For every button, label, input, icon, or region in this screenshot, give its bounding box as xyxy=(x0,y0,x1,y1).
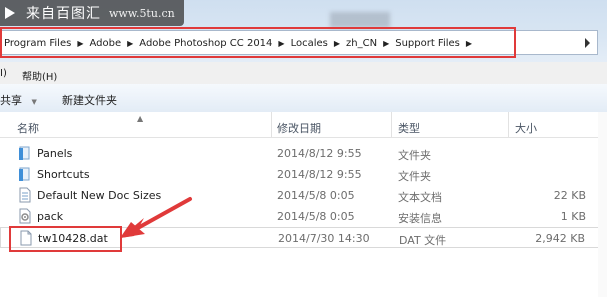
column-header-date[interactable]: 修改日期 xyxy=(277,120,321,136)
menu-item-partial[interactable]: I) xyxy=(0,68,7,79)
chevron-right-icon[interactable]: ▶ xyxy=(334,39,340,48)
breadcrumb-item-adobe[interactable]: Adobe xyxy=(89,38,121,49)
menu-item-help[interactable]: 帮助(H) xyxy=(22,68,57,83)
file-date: 2014/5/8 0:05 xyxy=(277,189,355,202)
file-date: 2014/5/8 0:05 xyxy=(277,210,355,223)
toolbar: 共享 ▼ 新建文件夹 xyxy=(0,84,607,113)
setup-info-icon xyxy=(17,208,33,224)
watermark-text: 来自百图汇 xyxy=(26,6,101,22)
watermark-url: www.5tu.cn xyxy=(109,6,175,20)
chevron-right-icon[interactable]: ▶ xyxy=(77,39,83,48)
file-date: 2014/8/12 9:55 xyxy=(277,168,362,181)
column-header-size[interactable]: 大小 xyxy=(515,120,537,136)
chevron-right-icon[interactable]: ▶ xyxy=(127,39,133,48)
column-divider[interactable] xyxy=(391,112,392,137)
file-date: 2014/8/12 9:55 xyxy=(277,147,362,160)
share-label: 共享 xyxy=(0,94,22,107)
list-item[interactable]: Panels 2014/8/12 9:55 文件夹 xyxy=(0,143,600,164)
list-item[interactable]: Shortcuts 2014/8/12 9:55 文件夹 xyxy=(0,164,600,185)
file-name: pack xyxy=(37,210,64,223)
chevron-right-icon[interactable]: ▶ xyxy=(466,39,472,48)
folder-icon xyxy=(17,166,33,182)
sort-ascending-icon: ▲ xyxy=(137,114,144,123)
breadcrumb: Program Files ▶ Adobe ▶ Adobe Photoshop … xyxy=(4,36,478,50)
new-folder-button[interactable]: 新建文件夹 xyxy=(62,92,117,108)
file-name: Panels xyxy=(37,147,73,160)
file-type: 文件夹 xyxy=(398,149,431,162)
file-type: 文本文档 xyxy=(398,191,442,204)
breadcrumb-item-program-files[interactable]: Program Files xyxy=(4,38,71,49)
file-type: 文件夹 xyxy=(398,170,431,183)
menu-bar: I) 帮助(H) xyxy=(0,62,607,84)
play-arrow-icon xyxy=(4,5,18,21)
breadcrumb-item-locales[interactable]: Locales xyxy=(291,38,328,49)
folder-icon xyxy=(17,145,33,161)
watermark: 来自百图汇 www.5tu.cn xyxy=(0,0,184,26)
breadcrumb-item-support-files[interactable]: Support Files xyxy=(395,38,460,49)
blurred-title xyxy=(330,12,390,28)
text-document-icon xyxy=(17,187,33,203)
column-divider[interactable] xyxy=(271,112,272,137)
breadcrumb-item-photoshop[interactable]: Adobe Photoshop CC 2014 xyxy=(139,38,272,49)
chevron-down-icon: ▼ xyxy=(31,98,37,106)
list-item[interactable]: Default New Doc Sizes 2014/5/8 0:05 文本文档… xyxy=(0,185,600,206)
chevron-right-icon[interactable]: ▶ xyxy=(383,39,389,48)
file-size: 22 KB xyxy=(553,189,586,202)
share-button[interactable]: 共享 ▼ xyxy=(0,92,37,108)
column-divider[interactable] xyxy=(508,112,509,137)
column-header-name[interactable]: 名称 xyxy=(17,120,39,136)
dropdown-arrow-icon[interactable] xyxy=(585,38,590,48)
file-type: 安装信息 xyxy=(398,212,442,225)
list-item[interactable]: pack 2014/5/8 0:05 安装信息 1 KB xyxy=(0,206,600,227)
annotation-arrow-icon xyxy=(120,197,192,238)
file-date: 2014/7/30 14:30 xyxy=(278,232,370,245)
chevron-right-icon[interactable]: ▶ xyxy=(278,39,284,48)
column-header-row: 名称 修改日期 类型 大小 xyxy=(0,112,607,138)
file-highlight-box xyxy=(9,226,122,252)
scrollbar[interactable] xyxy=(598,112,607,297)
file-size: 2,942 KB xyxy=(535,232,585,245)
column-header-type[interactable]: 类型 xyxy=(398,120,420,136)
file-name: Shortcuts xyxy=(37,168,90,181)
file-type: DAT 文件 xyxy=(399,234,447,247)
breadcrumb-item-zh-cn[interactable]: zh_CN xyxy=(346,38,377,49)
file-size: 1 KB xyxy=(560,210,586,223)
